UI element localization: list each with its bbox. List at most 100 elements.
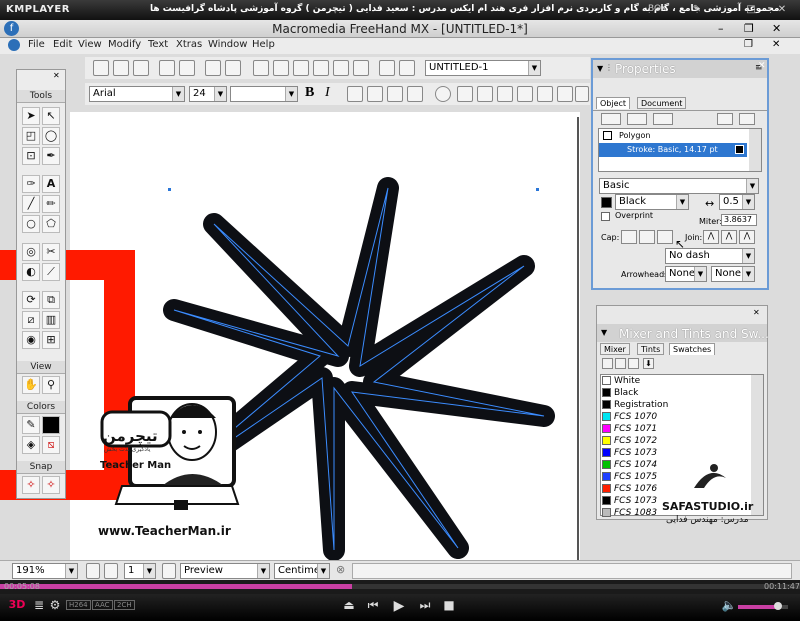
effect-icon[interactable] [653,113,673,125]
stroke-row-selected[interactable]: Stroke: Basic, 14.17 pt [599,143,747,157]
pages-icon[interactable] [293,60,309,76]
object-type[interactable]: Polygon [619,131,650,140]
italic-button[interactable]: I [325,85,330,101]
extrude-tool-icon[interactable]: ◉ [22,331,40,349]
envelope-icon[interactable] [497,86,513,102]
close-player-icon[interactable]: ✕ [775,3,789,17]
maximize-player-icon[interactable]: □ [744,3,758,17]
join-bevel-icon[interactable]: ⋀ [739,230,755,244]
menu-file[interactable]: File [28,39,45,50]
snap-guide-icon[interactable]: ✧ [42,476,60,494]
unlock-icon[interactable] [225,60,241,76]
ungroup-icon[interactable] [273,60,289,76]
align-center-icon[interactable] [367,86,383,102]
arrow-end-select[interactable]: None ▼ [711,266,755,282]
swatch-item[interactable]: White [602,375,752,387]
paint-icon[interactable] [517,86,533,102]
bold-button[interactable]: B [305,85,314,101]
tab-swatches[interactable]: Swatches [669,343,716,355]
rotate-tool-icon[interactable]: ⟳ [22,291,40,309]
spiral-tool-icon[interactable]: ◎ [22,243,40,261]
selection-handle[interactable] [168,188,171,191]
save-icon[interactable] [133,60,149,76]
minimize-player-icon[interactable]: – [712,3,726,17]
tab-tints[interactable]: Tints [637,343,665,355]
cap-butt-icon[interactable] [621,230,637,244]
menu-help[interactable]: Help [252,39,275,50]
prev-page-icon[interactable] [86,563,100,579]
tab-mixer[interactable]: Mixer [600,343,630,355]
pin-icon[interactable]: ✎ [690,3,704,17]
eyedropper-tool-icon[interactable]: ✒ [42,147,60,165]
app-close-icon[interactable]: ✕ [772,22,781,35]
text-effect-icon[interactable] [537,86,553,102]
swatch-scrollbar[interactable] [751,375,763,515]
stop-icon[interactable]: ■ [440,598,458,612]
tab-document[interactable]: Document [637,97,687,109]
pointer-tool-icon[interactable]: ➤ [22,107,40,125]
dash-select[interactable]: No dash ▼ [665,248,755,264]
subselect-tool-icon[interactable]: ↖ [42,107,60,125]
lock-icon[interactable] [205,60,221,76]
none-color-icon[interactable]: ⧅ [42,436,60,454]
transform-icon[interactable] [457,86,473,102]
cancel-icon[interactable]: ⊗ [336,563,345,576]
settings-icon[interactable]: ⚙ [46,598,64,612]
swatches-icon[interactable] [379,60,395,76]
player-box-button[interactable]: BOX [648,4,667,14]
collapse-triangle-icon[interactable]: ▼ [601,328,607,337]
stroke-type-select[interactable]: Basic ▼ [599,178,759,194]
3d-icon[interactable]: 3D [8,598,26,611]
swatch-fill-icon[interactable] [602,358,613,369]
collapse-triangle-icon[interactable]: ▼ [597,64,603,73]
import-icon[interactable] [159,60,175,76]
properties-close-icon[interactable]: ✕ [758,61,766,71]
units-select[interactable]: Centimeters ▼ [274,563,330,579]
graph-tool-icon[interactable]: ▥ [42,311,60,329]
play-icon[interactable]: ▶ [390,598,408,614]
crop-tool-icon[interactable]: ⊡ [22,147,40,165]
font-select[interactable]: Arial ▼ [89,86,185,102]
align-left-icon[interactable] [347,86,363,102]
last-page-icon[interactable] [162,563,176,579]
text-style-select[interactable]: ▼ [230,86,298,102]
freeform-tool-icon[interactable]: ◐ [22,263,40,281]
swatch-both-icon[interactable] [628,358,639,369]
fill-icon[interactable] [627,113,647,125]
swatch-item[interactable]: FCS 1070 [602,411,752,423]
stroke-width-input[interactable]: 0.5 ▼ [719,194,755,210]
page-select[interactable]: 1 ▼ [124,563,156,579]
pen-tool-icon[interactable]: ✑ [22,175,40,193]
polygon-tool-icon[interactable]: ⬠ [42,215,60,233]
menu-view[interactable]: View [78,39,102,50]
snap-point-icon[interactable]: ✧ [22,476,40,494]
export-icon[interactable] [179,60,195,76]
overprint-checkbox[interactable] [601,212,610,221]
menu-modify[interactable]: Modify [108,39,141,50]
menu-xtras[interactable]: Xtras [176,39,202,50]
pencil-tool-icon[interactable]: ✏ [42,195,60,213]
align-icon[interactable] [313,60,329,76]
zoom-tool-icon[interactable]: ⚲ [42,376,60,394]
line-tool-icon[interactable]: ╱ [22,195,40,213]
chart-icon[interactable] [557,86,573,102]
document-select[interactable]: UNTITLED-1 ▼ [425,60,541,76]
tools-close-icon[interactable]: ✕ [53,71,60,80]
fill-color-swatch[interactable] [42,416,60,434]
miter-input[interactable]: 3.8637 [721,214,757,226]
connector-tool-icon[interactable]: ⊞ [42,331,60,349]
app-minimize-icon[interactable]: – [718,22,724,35]
add-attr-icon[interactable] [717,113,733,125]
cap-square-icon[interactable] [657,230,673,244]
trash-icon[interactable] [739,113,755,125]
scale-tool-icon[interactable]: ◰ [22,127,40,145]
stroke-color-icon[interactable]: ✎ [22,416,40,434]
font-size-select[interactable]: 24 ▼ [189,86,227,102]
join-round-icon[interactable]: ⋀ [721,230,737,244]
color-select[interactable]: Black ▼ [615,194,689,210]
stroke-icon[interactable] [601,113,621,125]
cap-round-icon[interactable] [639,230,655,244]
knife-tool-icon[interactable]: ✂ [42,243,60,261]
volume-icon[interactable]: 🔈 [720,598,738,612]
swatch-item[interactable]: FCS 1071 [602,423,752,435]
